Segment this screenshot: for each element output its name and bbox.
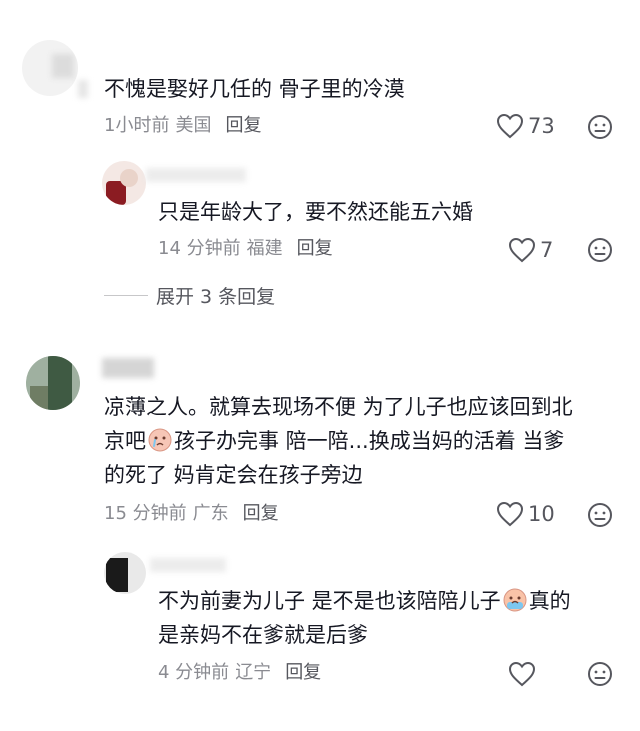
- username-redacted: [102, 358, 154, 378]
- location: 福建: [246, 238, 283, 259]
- location: 辽宁: [235, 662, 272, 683]
- reply-button[interactable]: 回复: [225, 115, 261, 136]
- heart-outline-icon: [496, 501, 524, 527]
- heart-outline-icon: [508, 661, 536, 687]
- comment-meta: 15 分钟前 广东 回复: [104, 502, 279, 526]
- avatar[interactable]: [26, 356, 80, 410]
- avatar[interactable]: [22, 40, 78, 96]
- comment-meta: 4 分钟前 辽宁 回复: [158, 661, 321, 685]
- comment-text: 只是年龄大了，要不然还能五六婚: [158, 200, 473, 224]
- username-redacted: [78, 80, 88, 98]
- neutral-face-icon: [588, 503, 612, 527]
- reply-button[interactable]: 回复: [297, 238, 333, 259]
- location: 美国: [175, 115, 212, 136]
- comment-text: 凉薄之人。就算去现场不便 为了儿子也应该回到北: [104, 395, 573, 419]
- timestamp: 15 分钟前: [104, 503, 187, 524]
- comment-text: 的死了 妈肯定会在孩子旁边: [104, 463, 363, 487]
- comment-text: 是亲妈不在爹就是后爹: [158, 623, 368, 647]
- reply-button[interactable]: 回复: [243, 503, 279, 524]
- crying-face-emoji: [148, 428, 172, 452]
- comment-text-segment: 真的: [528, 589, 571, 613]
- expand-replies-label: 展开 3 条回复: [156, 286, 276, 308]
- comment-text-segment: 京吧: [104, 429, 146, 453]
- like-button[interactable]: [508, 661, 540, 687]
- comment-text: 京吧 孩子办完事 陪一陪...换成当妈的活着 当爹: [104, 424, 564, 458]
- like-count: 7: [540, 238, 554, 262]
- heart-outline-icon: [496, 113, 524, 139]
- comment-text-segment: 不为前妻为儿子 是不是也该陪陪儿子: [158, 589, 501, 613]
- divider: [104, 295, 148, 296]
- timestamp: 4 分钟前: [158, 662, 230, 683]
- tearful-face-emoji: [503, 588, 527, 612]
- neutral-face-icon: [588, 115, 612, 139]
- like-button[interactable]: 10: [496, 501, 555, 527]
- like-count: 10: [528, 502, 555, 526]
- dislike-button[interactable]: [587, 502, 613, 528]
- neutral-face-icon: [588, 662, 612, 686]
- like-button[interactable]: 7: [508, 237, 553, 263]
- heart-outline-icon: [508, 237, 536, 263]
- username-redacted: [146, 168, 246, 182]
- neutral-face-icon: [588, 238, 612, 262]
- username-redacted: [150, 558, 226, 572]
- comment-meta: 1小时前 美国 回复: [104, 114, 261, 138]
- timestamp: 14 分钟前: [158, 238, 241, 259]
- expand-replies-button[interactable]: 展开 3 条回复: [104, 282, 275, 309]
- dislike-button[interactable]: [587, 661, 613, 687]
- dislike-button[interactable]: [587, 237, 613, 263]
- timestamp: 1小时前: [104, 115, 170, 136]
- comment-text: 不愧是娶好几任的 骨子里的冷漠: [104, 77, 405, 101]
- comment-text-segment: 孩子办完事 陪一陪...换成当妈的活着 当爹: [174, 429, 565, 453]
- comment-text: 不为前妻为儿子 是不是也该陪陪儿子 真的: [158, 584, 571, 618]
- like-button[interactable]: 73: [496, 113, 555, 139]
- reply-button[interactable]: 回复: [285, 662, 321, 683]
- location: 广东: [192, 503, 229, 524]
- dislike-button[interactable]: [587, 114, 613, 140]
- comment-meta: 14 分钟前 福建 回复: [158, 237, 333, 261]
- avatar[interactable]: [104, 552, 146, 594]
- avatar[interactable]: [102, 161, 146, 205]
- like-count: 73: [528, 114, 555, 138]
